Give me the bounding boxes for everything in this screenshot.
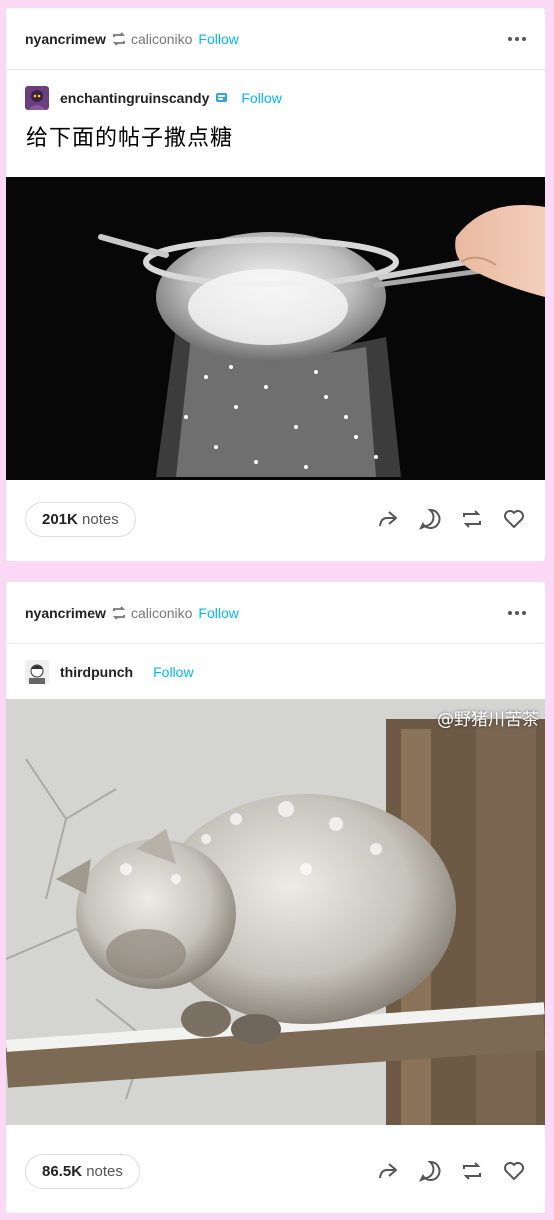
notes-label: notes: [86, 1162, 123, 1180]
avatar[interactable]: [25, 85, 49, 110]
post-caption: 给下面的帖子撒点糖: [26, 126, 234, 151]
share-icon[interactable]: [376, 1159, 400, 1183]
original-post-header: enchantingruinscandy Follow: [6, 70, 545, 125]
notes-count: 201K: [42, 510, 78, 528]
reply-icon[interactable]: [418, 507, 442, 531]
share-icon[interactable]: [376, 507, 400, 531]
post-header: nyancrimew caliconiko Follow: [6, 582, 545, 644]
follow-button[interactable]: Follow: [241, 90, 281, 106]
reblog-small-icon: [112, 31, 126, 46]
notes-label: notes: [82, 510, 119, 528]
post-card: nyancrimew caliconiko Follow thirdpunch …: [6, 582, 545, 1213]
follow-button[interactable]: Follow: [198, 31, 238, 47]
avatar[interactable]: [25, 659, 49, 684]
reply-icon[interactable]: [418, 1159, 442, 1183]
reblog-icon[interactable]: [460, 507, 484, 531]
original-post-header: thirdpunch Follow: [6, 644, 545, 699]
post-footer: 201K notes: [6, 477, 545, 561]
reblogger-username[interactable]: nyancrimew: [25, 605, 106, 621]
notes-count: 86.5K: [42, 1162, 83, 1180]
image-watermark: @野猪川苦茶: [437, 710, 539, 730]
reblogged-from-username[interactable]: caliconiko: [131, 31, 192, 47]
like-icon[interactable]: [502, 507, 526, 531]
original-author-username[interactable]: thirdpunch: [60, 664, 133, 680]
notes-button[interactable]: 201K notes: [25, 501, 136, 537]
notes-button[interactable]: 86.5K notes: [25, 1153, 140, 1189]
follow-button[interactable]: Follow: [153, 664, 193, 680]
reblog-icon[interactable]: [460, 1159, 484, 1183]
post-footer: 86.5K notes: [6, 1129, 545, 1213]
more-icon[interactable]: [508, 610, 526, 615]
reblogged-from-username[interactable]: caliconiko: [131, 605, 192, 621]
post-card: nyancrimew caliconiko Follow enchantingr…: [6, 8, 545, 561]
badge-icon: [216, 93, 228, 102]
original-author-username[interactable]: enchantingruinscandy: [60, 90, 209, 106]
post-header: nyancrimew caliconiko Follow: [6, 8, 545, 70]
follow-button[interactable]: Follow: [198, 605, 238, 621]
reblog-small-icon: [112, 605, 126, 620]
post-image[interactable]: @野猪川苦茶: [6, 699, 545, 1125]
like-icon[interactable]: [502, 1159, 526, 1183]
reblogger-username[interactable]: nyancrimew: [25, 31, 106, 47]
post-image[interactable]: [6, 177, 545, 480]
more-icon[interactable]: [508, 36, 526, 41]
